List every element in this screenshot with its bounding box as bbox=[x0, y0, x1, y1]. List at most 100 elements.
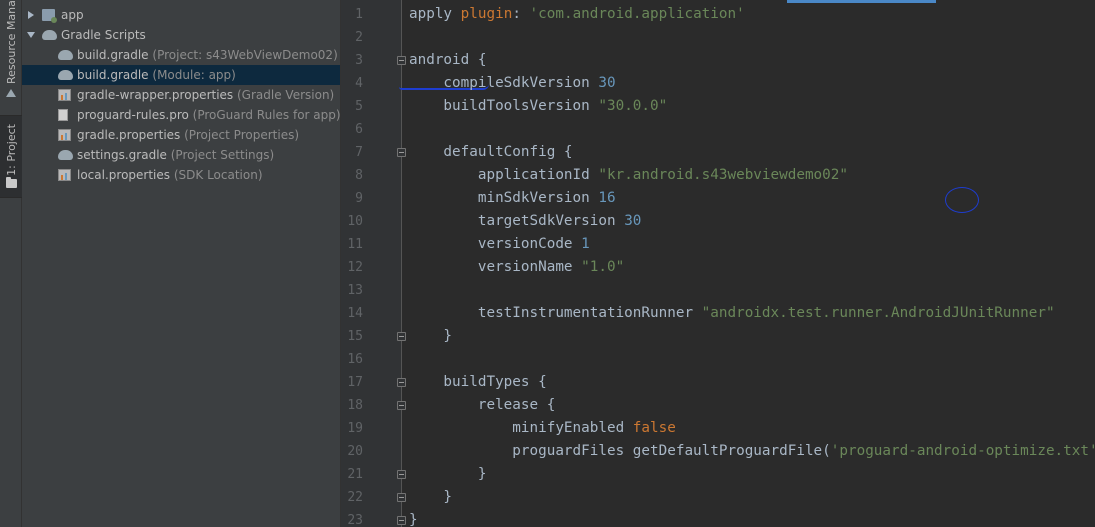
code-token: 30 bbox=[624, 213, 642, 229]
line-number: 1 bbox=[355, 7, 363, 22]
properties-icon bbox=[58, 129, 71, 141]
fold-toggle-icon[interactable] bbox=[397, 332, 406, 341]
line-number: 18 bbox=[347, 398, 363, 413]
line-number: 17 bbox=[347, 375, 363, 390]
tool-window-strip: Resource Manag 1: Project bbox=[0, 0, 22, 527]
code-line[interactable]: defaultConfig { bbox=[409, 141, 573, 164]
tree-item[interactable]: proguard-rules.pro (ProGuard Rules for a… bbox=[22, 105, 340, 125]
code-token: "1.0" bbox=[581, 259, 625, 275]
code-line[interactable]: targetSdkVersion 30 bbox=[409, 210, 642, 233]
line-number: 6 bbox=[355, 122, 363, 137]
code-line[interactable]: buildTypes { bbox=[409, 371, 546, 394]
tree-item[interactable]: local.properties (SDK Location) bbox=[22, 165, 340, 185]
code-token: 'com.android.application' bbox=[529, 6, 745, 22]
tree-item-label: settings.gradle (Project Settings) bbox=[77, 148, 274, 162]
code-line[interactable]: } bbox=[409, 486, 452, 509]
tree-item-label: gradle-wrapper.properties (Gradle Versio… bbox=[77, 88, 334, 102]
code-token: "30.0.0" bbox=[598, 98, 668, 114]
fold-toggle-icon[interactable] bbox=[397, 516, 406, 525]
tree-item-label: build.gradle (Project: s43WebViewDemo02) bbox=[77, 48, 338, 62]
tree-item-name: gradle.properties bbox=[77, 128, 181, 142]
gutter-divider bbox=[401, 0, 402, 527]
code-line[interactable]: buildToolsVersion "30.0.0" bbox=[409, 95, 667, 118]
tree-item-name: local.properties bbox=[77, 168, 171, 182]
tree-item-hint: (Project: s43WebViewDemo02) bbox=[152, 48, 338, 62]
code-line[interactable]: testInstrumentationRunner "androidx.test… bbox=[409, 302, 1055, 325]
code-token: testInstrumentationRunner bbox=[409, 305, 702, 321]
gradle-icon bbox=[58, 70, 73, 80]
fold-toggle-icon[interactable] bbox=[397, 470, 406, 479]
properties-icon bbox=[58, 89, 71, 101]
line-number: 9 bbox=[355, 191, 363, 206]
line-number: 10 bbox=[347, 214, 363, 229]
code-token: minifyEnabled bbox=[409, 420, 633, 436]
line-number: 5 bbox=[355, 99, 363, 114]
tree-item[interactable]: settings.gradle (Project Settings) bbox=[22, 145, 340, 165]
chevron-right-icon[interactable] bbox=[28, 11, 34, 19]
code-line[interactable]: versionCode 1 bbox=[409, 233, 590, 256]
tree-item-hint: (Project Settings) bbox=[170, 148, 275, 162]
code-line[interactable]: release { bbox=[409, 394, 555, 417]
properties-icon bbox=[58, 169, 71, 181]
gradle-icon bbox=[58, 150, 73, 160]
project-tab[interactable]: 1: Project bbox=[0, 115, 22, 198]
code-token: } bbox=[409, 512, 418, 527]
pen-circle-annotation bbox=[945, 187, 979, 213]
code-line[interactable]: proguardFiles getDefaultProguardFile('pr… bbox=[409, 440, 1095, 463]
code-token: defaultConfig { bbox=[409, 144, 573, 160]
resource-manager-tab-label: Resource Manag bbox=[5, 0, 18, 84]
tree-item-name: settings.gradle bbox=[77, 148, 167, 162]
line-number: 7 bbox=[355, 145, 363, 160]
code-line[interactable]: } bbox=[409, 325, 452, 348]
fold-toggle-icon[interactable] bbox=[397, 401, 406, 410]
resource-manager-tab[interactable]: Resource Manag bbox=[0, 0, 22, 104]
line-number: 16 bbox=[347, 352, 363, 367]
tree-item-hint: (Module: app) bbox=[152, 68, 236, 82]
code-token: compileSdkVersion bbox=[409, 75, 599, 91]
code-editor[interactable]: 1 2 3 4 5 6 7 8 9 10 11 12 13 14 15 16 17 18 19 20 21 22 23 ap… bbox=[341, 0, 1095, 527]
code-line[interactable]: versionName "1.0" bbox=[409, 256, 624, 279]
active-tab-indicator bbox=[787, 0, 936, 3]
code-line[interactable]: compileSdkVersion 30 bbox=[409, 72, 615, 95]
line-number: 11 bbox=[347, 237, 363, 252]
code-token: android { bbox=[409, 52, 487, 68]
code-token: 16 bbox=[598, 190, 616, 206]
code-line[interactable]: apply plugin: 'com.android.application' bbox=[409, 3, 745, 26]
tree-item[interactable]: gradle.properties (Project Properties) bbox=[22, 125, 340, 145]
tree-item-name: build.gradle bbox=[77, 48, 149, 62]
folder-icon bbox=[6, 177, 17, 188]
file-icon bbox=[58, 109, 68, 121]
chevron-down-icon[interactable] bbox=[27, 32, 35, 38]
code-token: release { bbox=[409, 397, 556, 413]
tree-item-name: proguard-rules.pro bbox=[77, 108, 189, 122]
code-line[interactable]: applicationId "kr.android.s43webviewdemo… bbox=[409, 164, 848, 187]
tree-item-name: build.gradle bbox=[77, 68, 149, 82]
project-tab-label: 1: Project bbox=[5, 124, 18, 176]
fold-toggle-icon[interactable] bbox=[397, 148, 406, 157]
code-line[interactable]: android { bbox=[409, 49, 486, 72]
code-line[interactable]: minifyEnabled false bbox=[409, 417, 676, 440]
tree-item[interactable]: build.gradle (Module: app) bbox=[22, 65, 340, 85]
tree-item[interactable]: gradle-wrapper.properties (Gradle Versio… bbox=[22, 85, 340, 105]
code-token: 'proguard-android-optimize.txt' bbox=[830, 443, 1095, 459]
tree-item[interactable]: build.gradle (Project: s43WebViewDemo02) bbox=[22, 45, 340, 65]
line-number: 12 bbox=[347, 260, 363, 275]
code-line[interactable]: } bbox=[409, 509, 418, 527]
tree-item-name: Gradle Scripts bbox=[61, 28, 146, 42]
fold-toggle-icon[interactable] bbox=[397, 493, 406, 502]
line-number: 14 bbox=[347, 306, 363, 321]
tree-item[interactable]: app bbox=[22, 5, 340, 25]
gradle-icon bbox=[42, 30, 57, 40]
code-token: : bbox=[512, 6, 530, 22]
code-line[interactable]: minSdkVersion 16 bbox=[409, 187, 616, 210]
fold-toggle-icon[interactable] bbox=[397, 378, 406, 387]
code-token: 1 bbox=[581, 236, 590, 252]
code-line[interactable]: } bbox=[409, 463, 487, 486]
tree-item[interactable]: Gradle Scripts bbox=[22, 25, 340, 45]
gradle-icon bbox=[58, 50, 73, 60]
line-number: 22 bbox=[347, 490, 363, 505]
code-token: apply bbox=[409, 6, 461, 22]
fold-toggle-icon[interactable] bbox=[397, 56, 406, 65]
tree-item-hint: (SDK Location) bbox=[173, 168, 263, 182]
line-number: 19 bbox=[347, 421, 363, 436]
